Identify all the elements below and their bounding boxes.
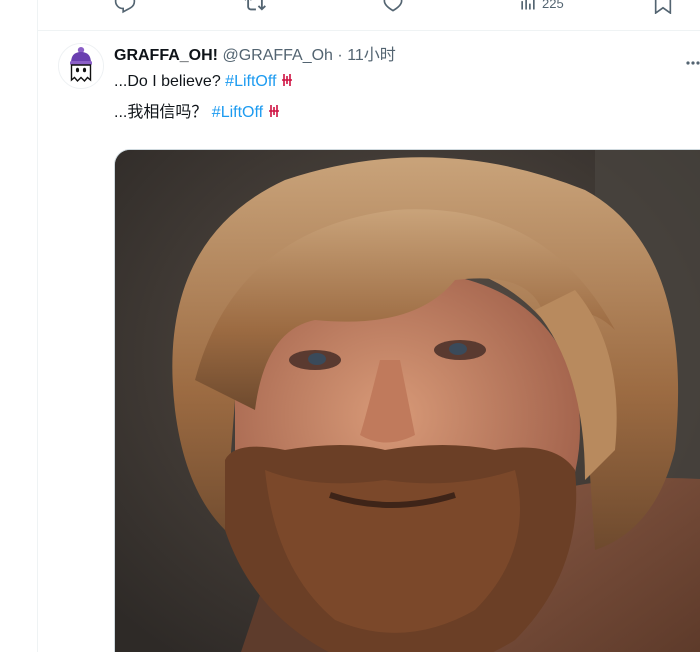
tweet[interactable]: GRAFFA_OH! @GRAFFA_Oh · 11小时 ...Do I bel…	[38, 31, 700, 652]
hashtag-link[interactable]: #LiftOff	[225, 73, 276, 90]
tweet-media[interactable]	[114, 149, 700, 652]
heart-icon	[383, 0, 403, 12]
ghost-avatar-icon	[59, 44, 103, 88]
avatar[interactable]	[58, 43, 104, 89]
bookmark-button[interactable]	[652, 0, 674, 14]
tweet-text-english: ...Do I believe?	[114, 73, 226, 90]
tweet-text-line-2: ...我相信吗？ #LiftOff	[114, 102, 281, 124]
bookmark-icon	[654, 0, 672, 14]
previous-tweet-action-bar: 225	[38, 0, 700, 31]
repost-button[interactable]	[244, 0, 266, 14]
user-handle[interactable]: @GRAFFA_Oh	[222, 47, 333, 64]
display-name[interactable]: GRAFFA_OH!	[114, 47, 218, 64]
rockets-hashtag-emoji-icon	[282, 74, 293, 87]
views-button[interactable]: 225	[518, 0, 564, 12]
analytics-icon	[521, 0, 535, 10]
like-button[interactable]	[382, 0, 404, 14]
more-options-button[interactable]	[686, 53, 700, 71]
reply-icon	[114, 0, 136, 14]
tweet-timestamp[interactable]: 11小时	[347, 47, 396, 64]
tweet-text-chinese: ...我相信吗？	[114, 104, 212, 121]
more-icon	[686, 61, 700, 65]
timeline-column: 225 GRAFFA_OH! @GRAFFA_Oh · 11小时 ...Do I…	[0, 0, 700, 652]
hashtag-link[interactable]: #LiftOff	[212, 104, 263, 121]
reply-button[interactable]	[114, 0, 136, 14]
tweet-header: GRAFFA_OH! @GRAFFA_Oh · 11小时	[114, 45, 396, 67]
separator-dot: ·	[337, 47, 343, 64]
views-count: 225	[542, 0, 564, 11]
tweet-text-line-1: ...Do I believe? #LiftOff	[114, 71, 294, 93]
repost-icon	[244, 0, 266, 11]
rockets-hashtag-emoji-icon	[269, 105, 280, 118]
bearded-man-photo-icon	[115, 150, 700, 652]
